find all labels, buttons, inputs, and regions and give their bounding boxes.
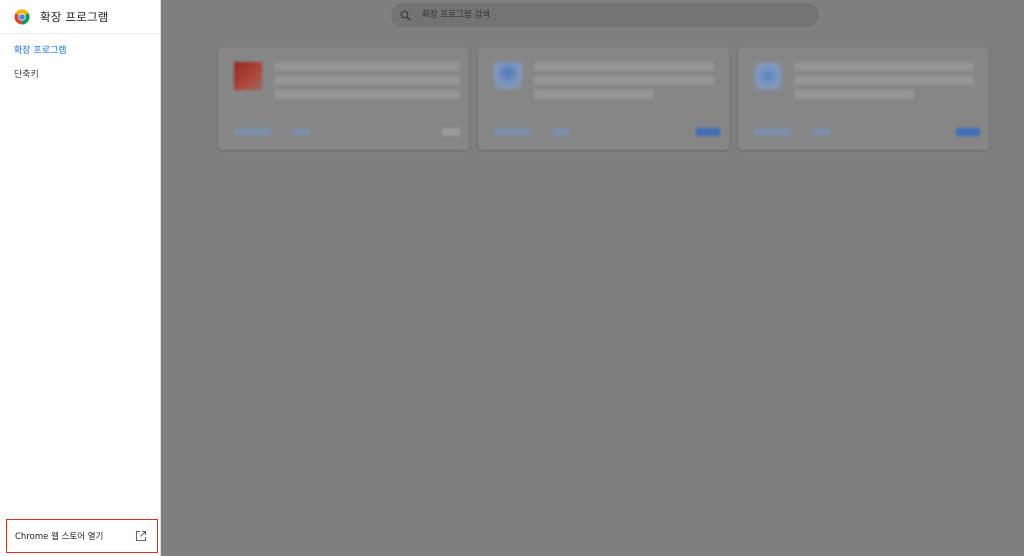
enable-toggle[interactable]	[442, 128, 460, 136]
search-bar[interactable]	[391, 3, 819, 27]
sidebar: 확장 프로그램 확장 프로그램 단축키 Chrome 웹 스토어 열기	[0, 0, 161, 556]
open-in-new-icon	[135, 530, 147, 542]
extension-icon	[754, 62, 782, 90]
extension-desc-blurred	[794, 90, 914, 99]
extension-name-blurred	[274, 62, 460, 71]
extension-desc-blurred	[274, 90, 460, 99]
remove-button[interactable]	[812, 128, 830, 136]
sidebar-item-extensions[interactable]: 확장 프로그램	[0, 39, 160, 63]
extension-card[interactable]	[218, 48, 469, 150]
details-button[interactable]	[494, 128, 532, 136]
extension-name-blurred	[794, 62, 974, 71]
extension-card[interactable]	[478, 48, 729, 150]
chrome-logo-icon	[14, 9, 30, 25]
details-button[interactable]	[754, 128, 792, 136]
enable-toggle[interactable]	[956, 128, 980, 136]
extension-desc-blurred	[274, 76, 460, 85]
main-content	[161, 0, 1024, 556]
extension-desc-blurred	[794, 76, 974, 85]
details-button[interactable]	[234, 128, 272, 136]
remove-button[interactable]	[292, 128, 310, 136]
sidebar-header: 확장 프로그램	[0, 0, 160, 34]
extension-desc-blurred	[534, 90, 654, 99]
enable-toggle[interactable]	[696, 128, 720, 136]
sidebar-item-shortcuts[interactable]: 단축키	[0, 63, 160, 87]
extension-icon	[494, 62, 522, 90]
extension-desc-blurred	[534, 76, 714, 85]
extension-card[interactable]	[738, 48, 989, 150]
chrome-web-store-link[interactable]: Chrome 웹 스토어 열기	[6, 519, 158, 553]
search-input[interactable]	[420, 9, 804, 21]
store-link-label: Chrome 웹 스토어 열기	[15, 532, 104, 542]
extension-name-blurred	[534, 62, 714, 71]
extension-cards	[218, 48, 989, 150]
sidebar-title: 확장 프로그램	[40, 9, 109, 24]
remove-button[interactable]	[552, 128, 570, 136]
extension-icon	[234, 62, 262, 90]
search-icon	[400, 10, 411, 21]
